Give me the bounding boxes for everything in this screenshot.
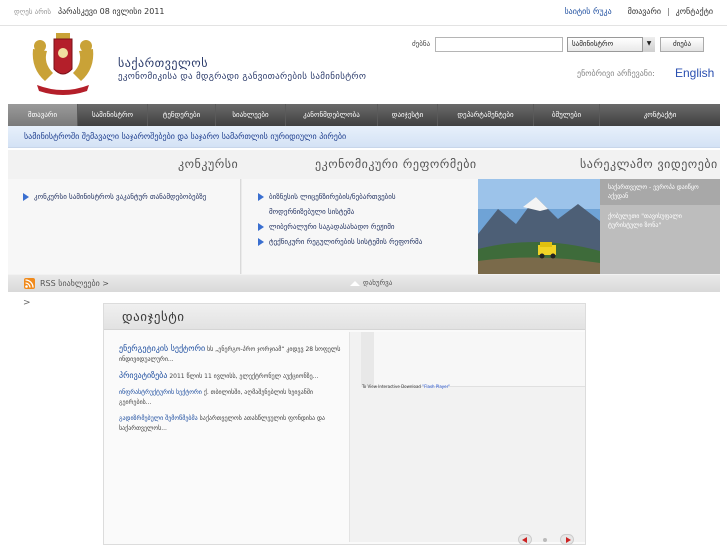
- arrow-bullet-icon: [258, 193, 264, 201]
- digest-list: ენერგეტიკის სექტორი სს „ენერგო-პრო ჯორჯი…: [119, 344, 344, 440]
- list-item[interactable]: ბიზნესის ლიცენზირების/ნებართვების: [258, 190, 422, 204]
- video-list: საქართველო - ევროპა დაიწყო აქედან ქობულე…: [600, 179, 720, 274]
- pager: [518, 534, 576, 545]
- digest-item-key[interactable]: გადიზრმებული შემოწმებმა: [119, 415, 198, 422]
- list-item[interactable]: მოდერნიზებული სისტემა: [258, 205, 422, 219]
- expand-marker[interactable]: >: [23, 298, 31, 308]
- previous-button[interactable]: [518, 534, 532, 545]
- economic-reforms-heading[interactable]: ეკონომიკური რეფორმები: [315, 157, 477, 171]
- feature-section: კონკურსი ეკონომიკური რეფორმები სარეკლამო…: [8, 150, 720, 275]
- date-value: პარასკევი 08 ივლისი 2011: [58, 7, 165, 16]
- subordinate-agencies-link[interactable]: სამინისტროში შემავალი საჯაროშებები და სა…: [24, 132, 346, 141]
- main-nav: მთავარი სამინისტრო ტენდერები სიახლეები კ…: [8, 104, 720, 126]
- digest-panel: დაიჯესტი ენერგეტიკის სექტორი სს „ენერგო-…: [103, 303, 586, 545]
- nav-item-home[interactable]: მთავარი: [8, 104, 78, 126]
- rss-bar: RSS სიახლეები > დახურვა: [8, 275, 720, 292]
- search-input[interactable]: [435, 37, 563, 52]
- nav-item-ministry[interactable]: სამინისტრო: [78, 104, 148, 126]
- list-item[interactable]: ლიბერალური საგადასახადო რეჟიმი: [258, 220, 422, 234]
- digest-item-key[interactable]: ინფრასტრუქტურის სექტორი: [119, 389, 202, 396]
- arrow-bullet-icon: [23, 193, 29, 201]
- divider: [0, 25, 727, 26]
- chevron-down-icon[interactable]: ▼: [642, 37, 655, 52]
- digest-item-text: 2011 წლის 11 ივლისს, ელექტრონულ აუქციონზ…: [169, 373, 319, 380]
- digest-item-key[interactable]: პრივატიზება: [119, 371, 167, 380]
- nav-item-links[interactable]: ბმულები: [534, 104, 600, 126]
- nav-item-tenders[interactable]: ტენდერები: [148, 104, 216, 126]
- contest-item-label: კონკურსი სამინისტროს ვაკანტურ თანამდებობ…: [34, 193, 207, 201]
- nav-item-contact[interactable]: კონტაქტი: [600, 104, 720, 126]
- english-language-link[interactable]: English: [675, 66, 714, 80]
- coat-of-arms-logo[interactable]: [23, 29, 103, 97]
- language-label: ენობრივი არჩევანი:: [577, 69, 655, 78]
- date-label: დღეს არის: [14, 8, 52, 16]
- list-item[interactable]: ინფრასტრუქტურის სექტორი ქ. თბილისში, აღმ…: [119, 388, 344, 408]
- flash-player-link[interactable]: "Flash Player": [422, 384, 450, 389]
- contest-heading[interactable]: კონკურსი: [178, 157, 238, 171]
- search-button[interactable]: ძიება: [660, 37, 704, 52]
- contest-item[interactable]: კონკურსი სამინისტროს ვაკანტურ თანამდებობ…: [23, 190, 206, 204]
- reforms-list: ბიზნესის ლიცენზირების/ნებართვების მოდერნ…: [258, 190, 422, 250]
- ministry-title-line1: საქართველოს: [118, 56, 208, 70]
- next-button[interactable]: [560, 534, 574, 545]
- top-links: საიტის რუკა მთავარი | კონტაქტი: [564, 7, 713, 16]
- ministry-title-line2: ეკონომიკისა და მდგრადი განვითარების სამი…: [118, 72, 367, 82]
- video-thumbnail[interactable]: [478, 179, 600, 274]
- video-item[interactable]: ქობულეთი "თავისუფალი ტურისტული ზონა": [600, 208, 720, 234]
- promo-videos-heading[interactable]: სარეკლამო ვიდეოები: [580, 157, 718, 171]
- pager-dot[interactable]: [543, 538, 547, 542]
- home-link[interactable]: მთავარი: [628, 7, 661, 16]
- nav-item-news[interactable]: სიახლეები: [216, 104, 286, 126]
- arrow-left-icon: [522, 537, 527, 543]
- list-item[interactable]: გადიზრმებული შემოწმებმა საქართველოს ათას…: [119, 414, 344, 434]
- rss-news-link[interactable]: RSS სიახლეები >: [40, 279, 109, 288]
- digest-header: დაიჯესტი: [104, 304, 585, 330]
- nav-item-departments[interactable]: დეპარტამენტები: [438, 104, 534, 126]
- sitemap-link[interactable]: საიტის რუკა: [564, 7, 611, 16]
- arrow-bullet-icon: [258, 238, 264, 246]
- contact-link[interactable]: კონტაქტი: [676, 7, 713, 16]
- list-item[interactable]: პრივატიზება 2011 წლის 11 ივლისს, ელექტრო…: [119, 371, 344, 382]
- nav-item-legislation[interactable]: კანონმდებლობა: [286, 104, 378, 126]
- collapse-up-icon[interactable]: [350, 281, 360, 286]
- media-strip: [361, 332, 375, 387]
- flash-player-notice: To View Interactive Download "Flash Play…: [362, 384, 451, 389]
- sub-bar: სამინისტროში შემავალი საჯაროშებები და სა…: [8, 126, 720, 148]
- digest-title: დაიჯესტი: [122, 310, 185, 325]
- rss-icon[interactable]: [24, 278, 35, 289]
- video-item[interactable]: საქართველო - ევროპა დაიწყო აქედან: [600, 179, 720, 205]
- media-strip: [374, 332, 585, 387]
- list-item[interactable]: ენერგეტიკის სექტორი სს „ენერგო-პრო ჯორჯი…: [119, 344, 344, 365]
- nav-item-digest[interactable]: დაიჯესტი: [378, 104, 438, 126]
- search-label: ძებნა: [412, 40, 431, 48]
- list-item[interactable]: ტექნიკური რეგულირების სისტემის რეფორმა: [258, 235, 422, 249]
- arrow-right-icon: [566, 537, 571, 543]
- arrow-bullet-icon: [258, 223, 264, 231]
- digest-item-key[interactable]: ენერგეტიკის სექტორი: [119, 344, 205, 353]
- collapse-button[interactable]: დახურვა: [363, 279, 392, 287]
- top-bar: დღეს არის პარასკევი 08 ივლისი 2011 საიტი…: [0, 0, 727, 26]
- separator: |: [666, 7, 670, 16]
